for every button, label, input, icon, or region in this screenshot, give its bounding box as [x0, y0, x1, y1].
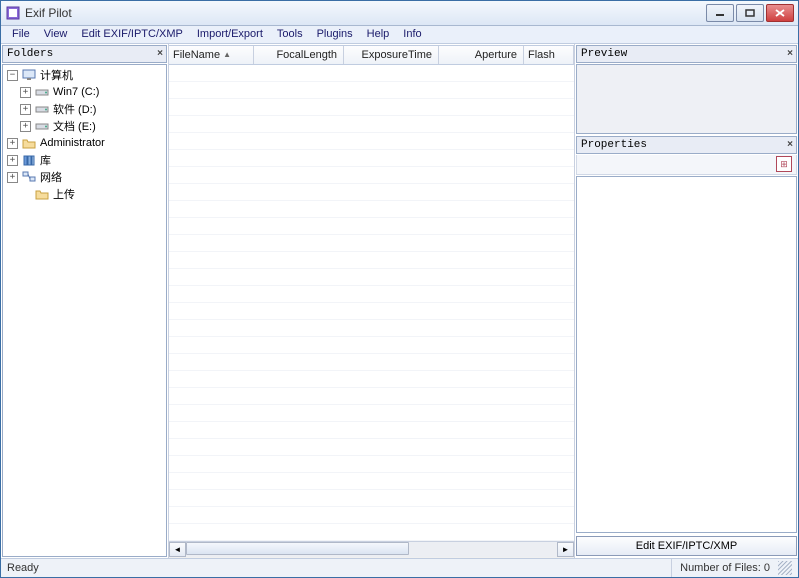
properties-close-icon[interactable]: × — [787, 139, 793, 150]
expand-icon[interactable]: + — [7, 138, 18, 149]
menu-view[interactable]: View — [37, 26, 75, 42]
tree-node-upload[interactable]: 上传 — [5, 186, 164, 203]
preview-panel-header: Preview × — [576, 45, 797, 63]
computer-icon — [21, 68, 37, 82]
tree-node-network[interactable]: + 网络 — [5, 169, 164, 186]
properties-panel-title: Properties — [581, 139, 647, 151]
expand-icon[interactable]: + — [20, 87, 31, 98]
tree-label: 文档 (E:) — [53, 118, 96, 134]
column-label: FocalLength — [276, 49, 337, 61]
tree-node-drive-e[interactable]: + 文档 (E:) — [5, 118, 164, 135]
close-button[interactable] — [766, 4, 794, 22]
menubar: File View Edit EXIF/IPTC/XMP Import/Expo… — [1, 26, 798, 44]
column-aperture[interactable]: Aperture — [439, 46, 524, 64]
scroll-thumb[interactable] — [186, 542, 409, 555]
app-icon — [5, 5, 21, 21]
menu-tools[interactable]: Tools — [270, 26, 310, 42]
tree-label: 软件 (D:) — [53, 101, 96, 117]
column-label: ExposureTime — [361, 49, 432, 61]
edit-metadata-button[interactable]: Edit EXIF/IPTC/XMP — [576, 536, 797, 556]
expand-icon[interactable]: + — [20, 121, 31, 132]
tree-node-drive-d[interactable]: + 软件 (D:) — [5, 101, 164, 118]
folders-panel: Folders × − 计算机 + Win7 (C:) + 软件 (D:) — [1, 44, 169, 558]
folders-panel-title: Folders — [7, 48, 53, 60]
tree-label: 上传 — [53, 186, 75, 202]
folders-close-icon[interactable]: × — [157, 48, 163, 59]
drive-icon — [34, 119, 50, 133]
tree-node-computer[interactable]: − 计算机 — [5, 67, 164, 84]
menu-help[interactable]: Help — [360, 26, 397, 42]
file-list-panel: FileName ▲ FocalLength ExposureTime Aper… — [169, 44, 574, 558]
column-filename[interactable]: FileName ▲ — [169, 46, 254, 64]
column-label: FileName — [173, 49, 220, 61]
drive-icon — [34, 102, 50, 116]
folder-icon — [34, 187, 50, 201]
preview-close-icon[interactable]: × — [787, 48, 793, 59]
horizontal-scrollbar[interactable]: ◄ ► — [169, 541, 574, 558]
maximize-button[interactable] — [736, 4, 764, 22]
no-expand-icon — [20, 189, 31, 200]
scroll-left-icon[interactable]: ◄ — [169, 542, 186, 557]
statusbar: Ready Number of Files: 0 — [1, 558, 798, 578]
menu-edit-meta[interactable]: Edit EXIF/IPTC/XMP — [74, 26, 189, 42]
window-title: Exif Pilot — [25, 6, 706, 20]
properties-panel-header: Properties × — [576, 136, 797, 154]
scroll-right-icon[interactable]: ► — [557, 542, 574, 557]
titlebar[interactable]: Exif Pilot — [1, 1, 798, 26]
menu-import-export[interactable]: Import/Export — [190, 26, 270, 42]
scroll-track[interactable] — [186, 542, 557, 557]
column-label: Flash — [528, 49, 555, 61]
column-label: Aperture — [475, 49, 517, 61]
sort-asc-icon: ▲ — [223, 50, 231, 59]
tree-label: 库 — [40, 152, 51, 168]
tree-label: 计算机 — [40, 67, 73, 83]
network-icon — [21, 170, 37, 184]
status-filecount: Number of Files: 0 — [671, 559, 778, 578]
tree-node-libraries[interactable]: + 库 — [5, 152, 164, 169]
minimize-button[interactable] — [706, 4, 734, 22]
file-grid-body[interactable] — [169, 65, 574, 541]
properties-options-button[interactable]: ⊞ — [776, 156, 792, 172]
tree-label: 网络 — [40, 169, 62, 185]
table-row — [169, 65, 574, 82]
expand-icon[interactable]: + — [7, 172, 18, 183]
tree-label: Win7 (C:) — [53, 86, 99, 98]
folders-panel-header: Folders × — [2, 45, 167, 63]
collapse-icon[interactable]: − — [7, 70, 18, 81]
menu-info[interactable]: Info — [396, 26, 428, 42]
menu-file[interactable]: File — [5, 26, 37, 42]
preview-area — [576, 64, 797, 134]
expand-icon[interactable]: + — [20, 104, 31, 115]
tree-node-administrator[interactable]: + Administrator — [5, 135, 164, 152]
column-exposuretime[interactable]: ExposureTime — [344, 46, 439, 64]
column-focallength[interactable]: FocalLength — [254, 46, 344, 64]
column-flash[interactable]: Flash — [524, 46, 574, 64]
status-ready: Ready — [7, 562, 39, 574]
client-area: Folders × − 计算机 + Win7 (C:) + 软件 (D:) — [1, 44, 798, 558]
menu-plugins[interactable]: Plugins — [310, 26, 360, 42]
tree-label: Administrator — [40, 137, 105, 149]
folder-icon — [21, 136, 37, 150]
column-headers: FileName ▲ FocalLength ExposureTime Aper… — [169, 45, 574, 65]
folder-tree[interactable]: − 计算机 + Win7 (C:) + 软件 (D:) + 文档 — [2, 64, 167, 557]
properties-toolbar: ⊞ — [576, 155, 797, 175]
app-window: Exif Pilot File View Edit EXIF/IPTC/XMP … — [0, 0, 799, 578]
properties-body[interactable] — [576, 176, 797, 533]
tree-node-drive-c[interactable]: + Win7 (C:) — [5, 84, 164, 101]
resize-grip-icon[interactable] — [778, 561, 792, 575]
drive-icon — [34, 85, 50, 99]
library-icon — [21, 153, 37, 167]
preview-panel-title: Preview — [581, 48, 627, 60]
expand-icon[interactable]: + — [7, 155, 18, 166]
right-panels: Preview × Properties × ⊞ Edit EXIF/IPTC/… — [574, 44, 798, 558]
